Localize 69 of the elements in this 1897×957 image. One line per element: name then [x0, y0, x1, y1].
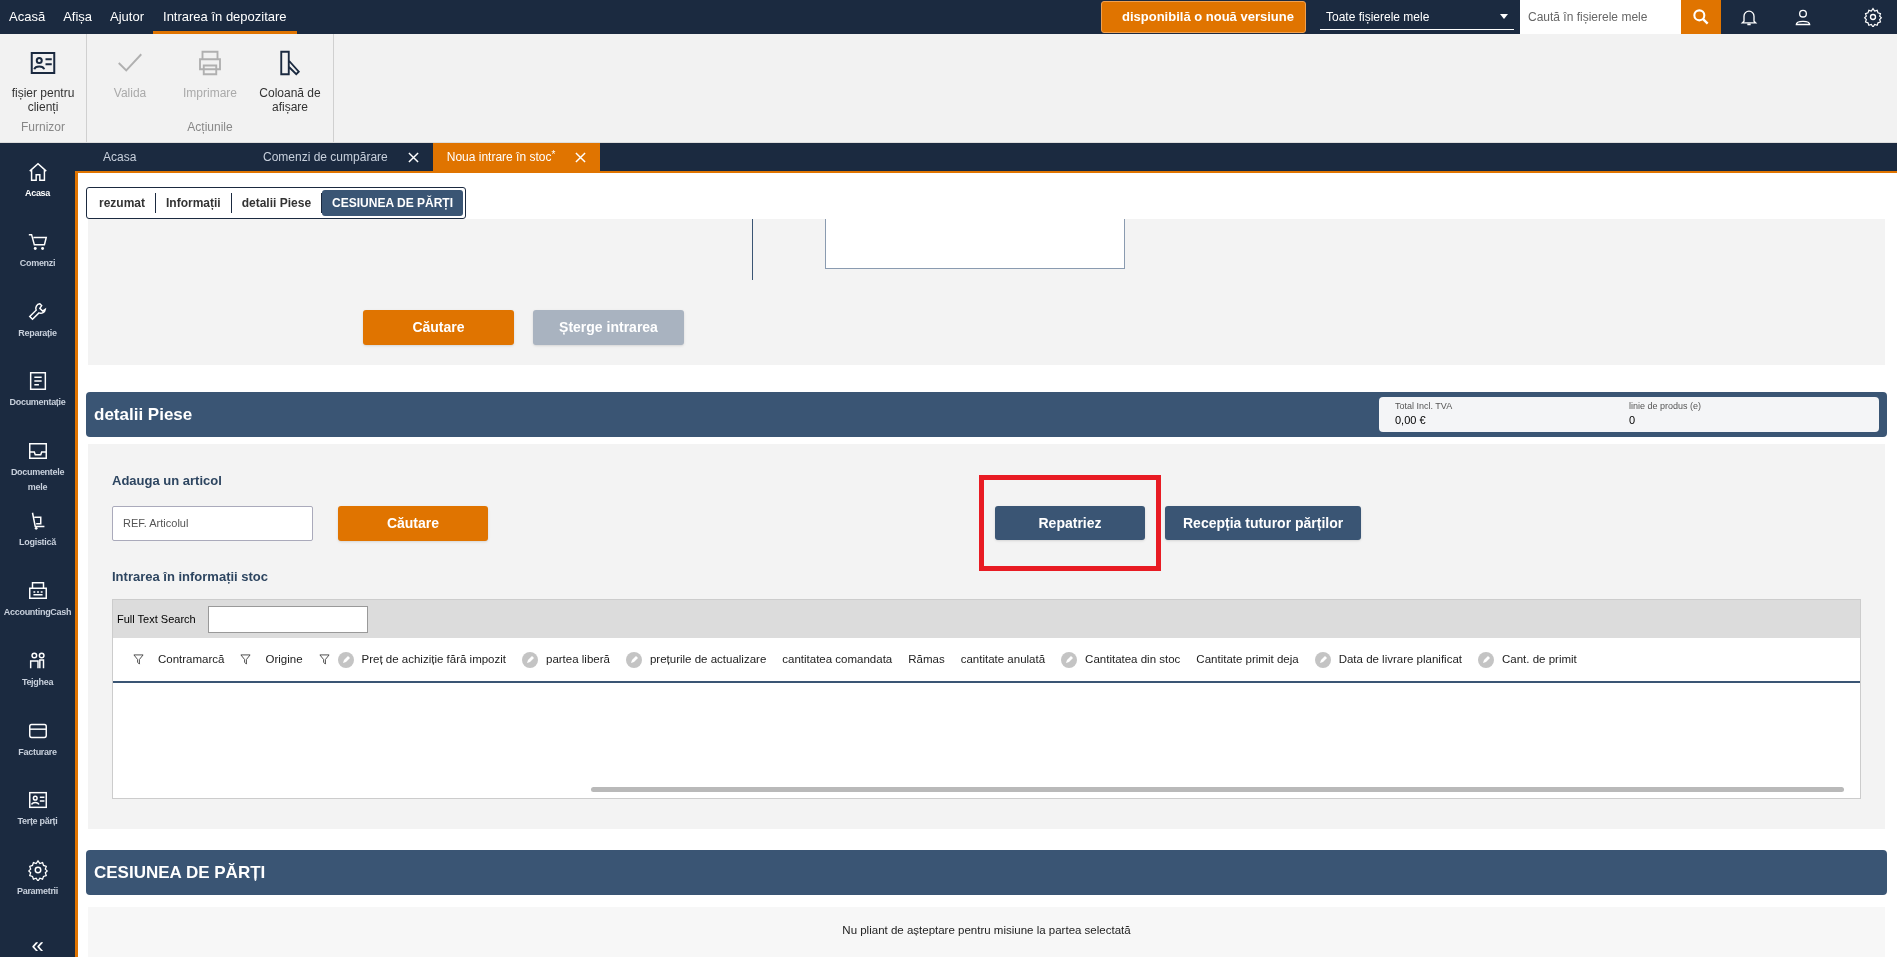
column-header[interactable]: Cant. de primit [1502, 650, 1577, 669]
scope-dropdown[interactable]: Toate fișierele mele [1320, 4, 1514, 30]
close-icon[interactable] [407, 151, 419, 163]
filter-icon[interactable] [133, 654, 144, 665]
stat-value: 0 [1629, 413, 1637, 428]
stat-label: linie de produs (e) [1629, 400, 1703, 412]
home-icon [26, 161, 49, 183]
sidebar-item[interactable]: Documentație [0, 370, 75, 441]
ribbon-button[interactable]: Coloană de afișare [251, 34, 329, 118]
sidebar-item[interactable]: AccountingCash [0, 579, 75, 650]
full-text-search-label: Full Text Search [117, 611, 196, 627]
column-header[interactable]: cantitate anulată [960, 650, 1046, 669]
column-header[interactable]: prețurile de actualizare [649, 650, 767, 669]
section-tab[interactable]: detalii Piese [231, 190, 322, 216]
menu-item[interactable]: Afișa [54, 0, 102, 34]
sidebar-item[interactable]: Facturare [0, 719, 75, 790]
filter-icon[interactable] [318, 654, 330, 665]
document-tab[interactable]: Comenzi de cumpărare [249, 143, 433, 171]
section-tab[interactable]: Informații [156, 190, 231, 216]
search-field[interactable]: Caută în fișierele mele [1520, 0, 1681, 34]
column-header[interactable]: Preț de achiziție fără impozit [361, 650, 506, 669]
ribbon-group-label: Furnizor [20, 119, 66, 136]
column-header[interactable]: partea liberă [546, 650, 610, 669]
column-header[interactable]: Cantitatea din stoc [1085, 650, 1181, 669]
menu-item[interactable]: Acasă [0, 0, 55, 34]
add-item-label: Adauga un articol [112, 472, 223, 490]
document-tab[interactable]: Acasa [89, 143, 249, 171]
sidebar-item[interactable]: Acasa [0, 161, 75, 231]
column-header[interactable]: Rămas [908, 650, 945, 669]
column-header[interactable]: Contramarcă [158, 650, 225, 669]
horizontal-scrollbar[interactable] [591, 787, 1844, 792]
sidebar-item[interactable]: Parametrii [0, 859, 75, 929]
sidebar-item[interactable]: Documentele mele [0, 440, 75, 511]
sidebar-item[interactable]: Reparație [0, 300, 75, 371]
search-icon [1691, 7, 1711, 27]
modified-mark: * [551, 148, 556, 160]
column-header[interactable]: Origine [265, 650, 303, 669]
menu-item[interactable]: Ajutor [101, 0, 153, 34]
ribbon-button[interactable]: fișier pentru clienți [4, 34, 82, 118]
section-tab[interactable]: rezumat [89, 190, 155, 216]
dropdown-caret-icon [1500, 14, 1508, 19]
wrench-icon [26, 300, 49, 323]
section-title: detalii Piese [94, 403, 194, 426]
user-icon[interactable] [1793, 7, 1813, 27]
column-header[interactable]: cantitatea comandata [782, 650, 893, 669]
action-button[interactable]: Recepția tuturor părților [1165, 506, 1362, 540]
filter-icon[interactable] [240, 654, 252, 665]
section-tab[interactable]: CESIUNEA DE PĂRȚI [322, 190, 463, 216]
column-header[interactable]: Cantitate primit deja [1196, 650, 1299, 669]
stat-label: Total Incl. TVA [1395, 400, 1454, 412]
column-header[interactable]: Data de livrare planificat [1338, 650, 1462, 669]
sidebar-item[interactable]: Tejghea [0, 649, 75, 720]
text-area-field[interactable] [825, 219, 1125, 269]
full-text-search-field[interactable] [207, 605, 368, 633]
reference-field[interactable]: REF. Articolul [112, 505, 313, 541]
empty-message: Nu pliant de așteptare pentru misiune la partea selectată [842, 923, 1131, 938]
section-title: CESIUNEA DE PĂRȚI [94, 861, 267, 884]
collapse-button[interactable]: « [31, 934, 44, 957]
ribbon-group-label: Acțiunile [186, 119, 234, 136]
sidebar-item[interactable]: Comenzi [0, 230, 75, 301]
search-button[interactable] [1681, 0, 1721, 34]
sidebar-item[interactable]: Terțe părți [0, 789, 75, 860]
cash-register-icon [26, 579, 49, 602]
sidebar-item[interactable]: Logistică [0, 510, 75, 580]
stat-value: 0,00 € [1395, 413, 1427, 428]
settings-icon [26, 859, 49, 882]
settings-icon[interactable] [1863, 7, 1883, 27]
stock-info-label: Intrarea în informații stoc [112, 567, 270, 586]
action-button[interactable]: Repatriez [995, 506, 1145, 540]
